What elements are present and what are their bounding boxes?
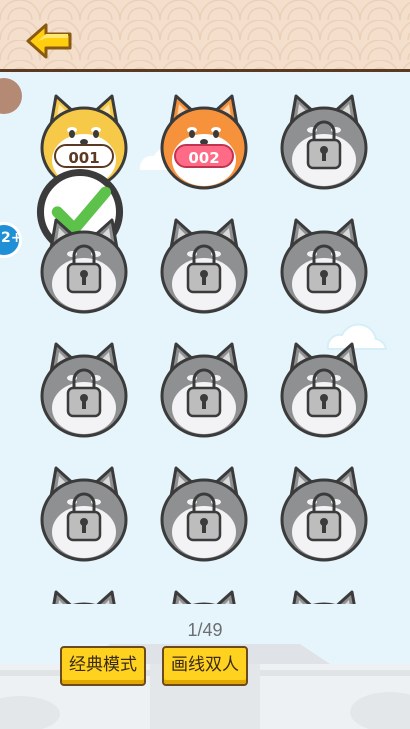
draw-two-player-button[interactable]: 画线双人 (162, 646, 248, 686)
level-cell[interactable] (156, 462, 252, 566)
locked-dog-icon (52, 590, 116, 604)
locked-dog-icon (280, 342, 368, 438)
locked-dog-icon (280, 466, 368, 562)
locked-dog-icon (40, 218, 128, 314)
locked-dog-icon (40, 466, 128, 562)
level-cell[interactable] (276, 462, 372, 566)
arrow-left-icon (26, 23, 72, 59)
footer: 1/49 经典模式 画线双人 (0, 604, 410, 729)
top-bar (0, 0, 410, 72)
level-cell[interactable] (276, 90, 372, 194)
level-cell[interactable]: 002 (156, 90, 252, 194)
level-cell[interactable] (276, 214, 372, 318)
page-indicator: 1/49 (187, 620, 223, 640)
level-cell[interactable]: 001 (36, 90, 132, 256)
back-button[interactable] (24, 22, 76, 60)
locked-dog-icon (280, 218, 368, 314)
classic-mode-button[interactable]: 经典模式 (60, 646, 146, 686)
level-grid: 001 002 (0, 84, 410, 604)
locked-dog-icon (40, 342, 128, 438)
locked-dog-icon (160, 342, 248, 438)
level-cell[interactable] (36, 462, 132, 566)
level-cell[interactable] (276, 338, 372, 442)
level-cell[interactable] (276, 586, 372, 604)
level-cell[interactable] (36, 214, 132, 318)
dog-face-icon (160, 94, 248, 190)
locked-dog-icon (292, 590, 356, 604)
level-cell[interactable] (156, 338, 252, 442)
level-cell[interactable] (36, 586, 132, 604)
level-cell[interactable] (156, 586, 252, 604)
level-cell[interactable] (36, 338, 132, 442)
level-number: 002 (174, 144, 234, 168)
locked-dog-icon (280, 94, 368, 190)
locked-dog-icon (160, 218, 248, 314)
level-cell[interactable] (156, 214, 252, 318)
locked-dog-icon (172, 590, 236, 604)
locked-dog-icon (160, 466, 248, 562)
